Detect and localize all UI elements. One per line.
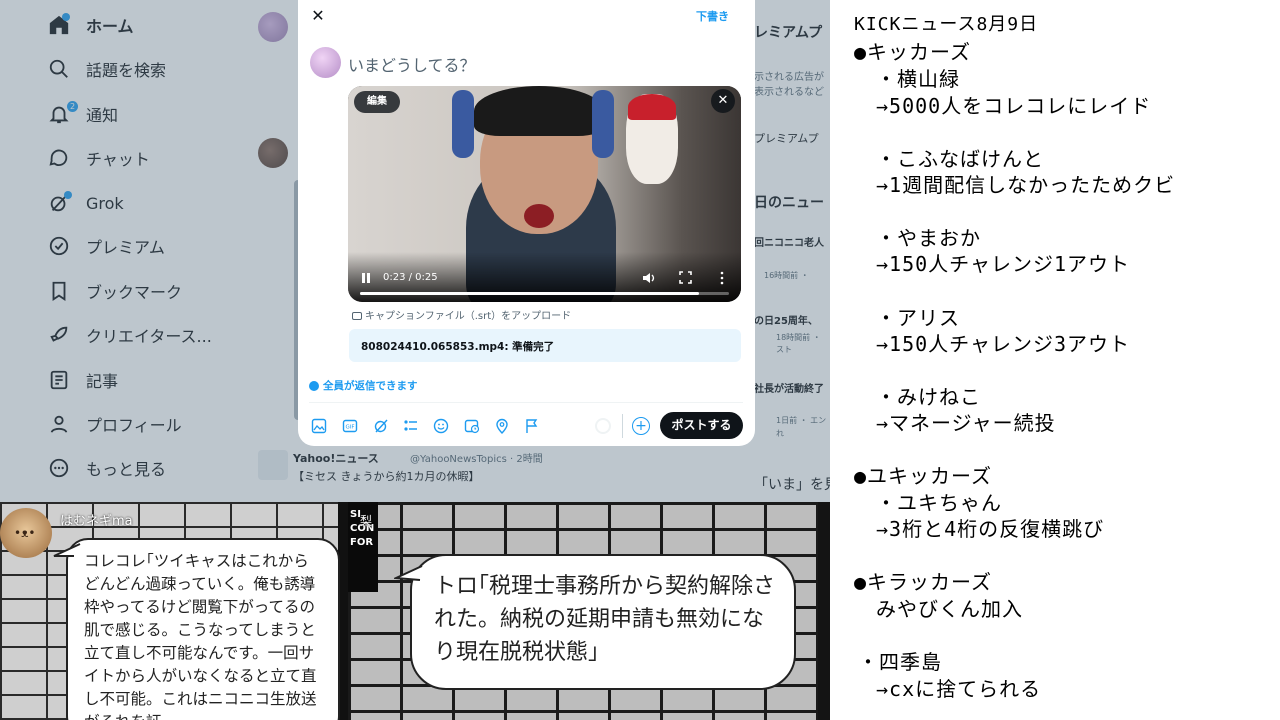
hamster-avatar: •ᴥ• (0, 508, 52, 558)
add-post-button[interactable]: + (632, 417, 650, 435)
flag-icon[interactable] (524, 418, 540, 434)
headphones-left (452, 90, 474, 158)
schedule-icon[interactable] (464, 418, 480, 434)
notes-line: ・やまおか (876, 226, 981, 250)
notes-line: ・アリス (876, 306, 960, 330)
more-options-icon[interactable] (717, 271, 727, 285)
video-controls: 0:23 / 0:25 (348, 252, 741, 302)
compose-input[interactable]: いまどうしてる？ (348, 52, 476, 76)
headphones-right (592, 90, 614, 158)
caption-upload-label: キャプションファイル（.srt）をアップロード (365, 311, 572, 322)
reply-setting-button[interactable]: 全員が返信できます (309, 378, 418, 393)
svg-text:GIF: GIF (346, 425, 355, 431)
notes-line: みやびくん加入 (876, 597, 1023, 621)
poll-icon[interactable] (403, 418, 419, 434)
notes-line: ・みけねこ (876, 385, 981, 409)
grok-icon[interactable] (373, 418, 389, 434)
notes-line: ●キッカーズ (854, 40, 972, 64)
close-button[interactable]: ✕ (308, 6, 328, 26)
sticker-label: 梨 (360, 514, 373, 528)
video-progress-fill (360, 292, 700, 295)
plush-hat (628, 94, 676, 120)
reply-setting-label: 全員が返信できます (323, 380, 418, 392)
caption-upload-link[interactable]: キャプションファイル（.srt）をアップロード (352, 307, 571, 322)
divider (622, 414, 623, 438)
globe-icon (309, 381, 319, 391)
drafts-button[interactable]: 下書き (696, 8, 729, 24)
notes-line: →1週間配信しなかったためクビ (876, 173, 1176, 197)
video-person-hair (474, 86, 604, 136)
avatar (310, 47, 341, 78)
notes-line: ・横山緑 (876, 67, 960, 91)
fullscreen-icon[interactable] (679, 271, 692, 284)
compose-modal: ✕ 下書き いまどうしてる？ 編集 ✕ 0:23 / 0:25 キャプションファ… (298, 0, 755, 446)
notes-panel: KICKニュース8月9日 ●キッカーズ ・横山緑 →5000人をコレコレにレイド… (830, 0, 1280, 720)
emoji-icon[interactable] (433, 418, 449, 434)
speaker-name: はむネギma (60, 514, 133, 529)
volume-icon[interactable] (642, 271, 656, 285)
location-icon[interactable] (494, 418, 510, 434)
video-preview[interactable]: 編集 ✕ 0:23 / 0:25 (348, 86, 741, 302)
notes-line: ●ユキッカーズ (854, 464, 993, 488)
notes-title: KICKニュース8月9日 (854, 14, 1039, 35)
image-icon[interactable] (311, 418, 327, 434)
pause-icon[interactable] (360, 272, 372, 284)
panel-edge (818, 502, 830, 720)
notes-line: ●キラッカーズ (854, 570, 993, 594)
notes-line: ・四季島 (858, 650, 942, 674)
speech-bubble-tail (394, 565, 423, 581)
video-progress-bar[interactable] (360, 292, 729, 295)
notes-line: →5000人をコレコレにレイド (876, 94, 1152, 118)
post-button[interactable]: ポストする (660, 412, 743, 439)
notes-line: →150人チャレンジ1アウト (876, 252, 1131, 276)
divider (309, 402, 743, 403)
notes-line: ・ユキちゃん (876, 491, 1002, 515)
caption-icon (352, 312, 362, 320)
video-person-mouth (524, 204, 554, 228)
notes-line: →150人チャレンジ3アウト (876, 332, 1131, 356)
notes-line: →cxに捨てられる (876, 677, 1042, 701)
notes-line: →3桁と4桁の反復横跳び (876, 517, 1105, 541)
speech-bubble-tail (53, 543, 81, 557)
notes-line: ・こふなばけんと (876, 147, 1044, 171)
notes-line: →マネージャー続投 (876, 411, 1056, 435)
hamster-face-icon: •ᴥ• (14, 526, 36, 540)
speech-bubble: コレコレ｢ツイキャスはこれからどんどん過疎っていく。俺も誘導枠やってるけど閲覧下… (66, 538, 340, 720)
character-count-ring (595, 418, 611, 434)
upload-status-text: 808024410.065853.mp4: 準備完了 (361, 341, 555, 353)
manga-panels: SI CON FOR •ᴥ• はむネギma 梨 コレコレ｢ツイキャスはこれからど… (0, 502, 830, 720)
video-time: 0:23 / 0:25 (383, 272, 438, 283)
gif-icon[interactable]: GIF (342, 418, 358, 434)
edit-button[interactable]: 編集 (354, 91, 400, 113)
speech-bubble: トロ｢税理士事務所から契約解除された。納税の延期申請も無効になり現在脱税状態｣ (410, 554, 796, 690)
upload-status: 808024410.065853.mp4: 準備完了 (349, 329, 741, 362)
remove-media-button[interactable]: ✕ (711, 89, 735, 113)
